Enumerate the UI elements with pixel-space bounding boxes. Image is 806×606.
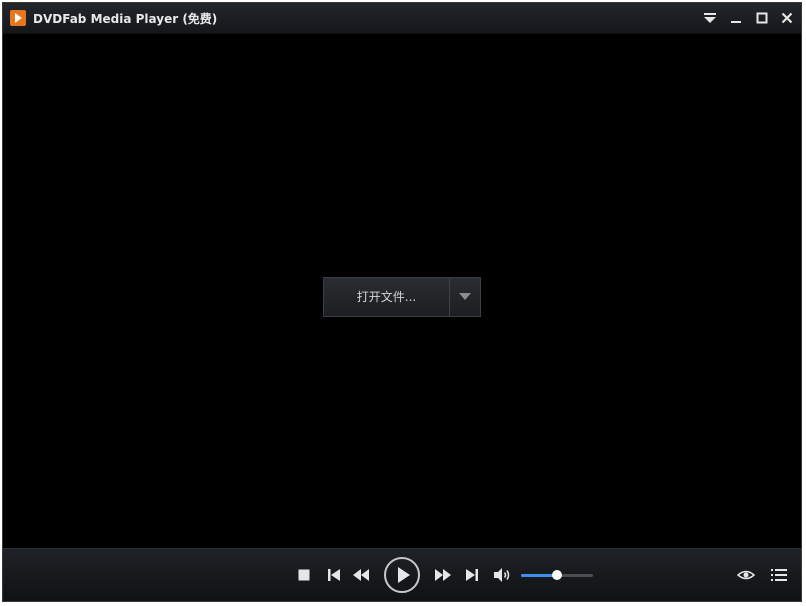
close-button[interactable] (778, 9, 796, 27)
maximize-button[interactable] (753, 9, 771, 27)
open-file-dropdown-button[interactable] (450, 278, 480, 316)
fast-forward-button[interactable] (433, 567, 453, 583)
chevron-down-icon (459, 293, 471, 300)
volume-slider-handle[interactable] (552, 570, 562, 580)
close-icon (781, 12, 793, 24)
play-icon (384, 557, 420, 593)
previous-button[interactable] (326, 567, 342, 583)
playlist-icon (771, 569, 787, 581)
player-window: DVDFab Media Player (免费) 打开文件... (2, 2, 802, 602)
volume-icon (494, 568, 510, 582)
eye-icon (737, 570, 755, 580)
app-logo-icon (10, 10, 26, 26)
eye-button[interactable] (737, 567, 755, 583)
volume-button[interactable] (492, 566, 512, 584)
open-file-group: 打开文件... (323, 277, 481, 317)
play-button[interactable] (383, 556, 421, 594)
title-bar[interactable]: DVDFab Media Player (免费) (3, 3, 801, 34)
control-bar (3, 548, 801, 601)
menu-dropdown-button[interactable] (701, 9, 719, 27)
previous-icon (328, 569, 340, 581)
minimize-icon (731, 21, 741, 23)
volume-slider[interactable] (521, 570, 593, 580)
maximize-icon (756, 12, 768, 24)
fast-forward-icon (435, 569, 451, 581)
stop-icon (298, 569, 310, 581)
window-title: DVDFab Media Player (免费) (33, 12, 218, 26)
next-button[interactable] (464, 567, 480, 583)
stop-button[interactable] (297, 568, 311, 582)
minimize-button[interactable] (727, 9, 745, 27)
playlist-button[interactable] (770, 567, 788, 583)
rewind-icon (353, 569, 369, 581)
video-area[interactable]: 打开文件... (3, 34, 801, 549)
rewind-button[interactable] (351, 567, 371, 583)
menu-dropdown-icon (704, 13, 716, 23)
open-file-button[interactable]: 打开文件... (324, 278, 449, 316)
next-icon (466, 569, 478, 581)
